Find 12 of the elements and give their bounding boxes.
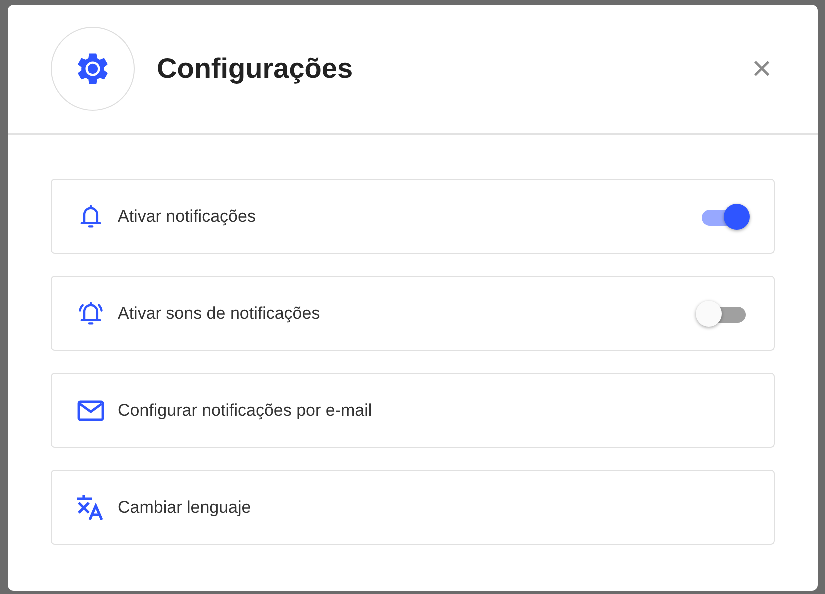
ringing-bell-icon: [76, 300, 106, 328]
setting-label: Ativar notificações: [118, 206, 257, 226]
setting-card[interactable]: Ativar sons de notificações: [51, 276, 775, 351]
setting-label: Ativar sons de notificações: [118, 304, 322, 324]
translate-icon: [76, 494, 106, 522]
setting-card[interactable]: Ativar notificações: [51, 179, 775, 254]
setting-card[interactable]: Configurar notificações por e-mail: [51, 373, 775, 448]
dialog-title: Configurações: [157, 53, 354, 85]
setting-label: Cambiar lenguaje: [118, 498, 252, 518]
mail-icon: [76, 398, 106, 422]
setting-label: Configurar notificações por e-mail: [118, 400, 374, 420]
setting-card[interactable]: Cambiar lenguaje: [51, 470, 775, 545]
